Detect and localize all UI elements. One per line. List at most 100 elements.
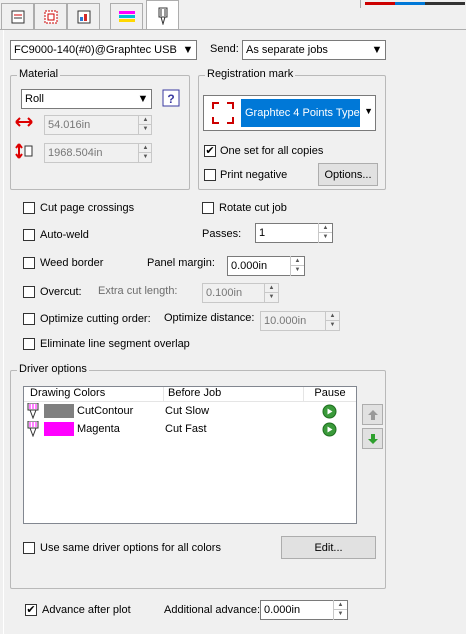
send-select-value: As separate jobs <box>246 44 328 56</box>
tab-general[interactable] <box>1 3 34 29</box>
registration-type-select[interactable]: Graphtec 4 Points Type ▼ <box>203 95 376 131</box>
chevron-down-icon: ▼ <box>182 44 194 56</box>
material-width-value: 54.016in <box>48 119 91 131</box>
chevron-down-icon: ▼ <box>371 44 383 56</box>
image-icon <box>77 10 90 23</box>
additional-advance-spinner[interactable]: ▲ ▼ <box>333 600 347 620</box>
material-width-field: 54.016in <box>44 115 152 135</box>
layout-icon <box>44 10 57 23</box>
extra-cut-length-label: Extra cut length: <box>98 285 178 297</box>
checkmark-icon: ✔ <box>205 145 215 157</box>
passes-value: 1 <box>259 227 266 239</box>
material-length-spinner: ▲ ▼ <box>138 143 152 163</box>
send-select[interactable]: As separate jobs ▼ <box>242 40 386 60</box>
same-options-checkbox[interactable] <box>23 542 35 554</box>
tab-color[interactable] <box>110 3 143 29</box>
rotate-cut-job-checkbox[interactable] <box>202 202 214 214</box>
color-swatch <box>44 404 74 418</box>
print-negative-label: Print negative <box>220 169 288 181</box>
before-job: Cut Fast <box>165 423 207 435</box>
column-header[interactable]: Drawing Colors <box>24 387 164 401</box>
material-group-label: Material <box>17 68 61 80</box>
arrow-up-icon <box>367 409 378 420</box>
optimize-distance-value: 10.000in <box>264 315 307 327</box>
eliminate-overlap-checkbox[interactable] <box>23 338 35 350</box>
column-header[interactable]: Before Job <box>164 387 304 401</box>
advance-after-plot-label: Advance after plot <box>42 604 131 616</box>
additional-advance-value: 0.000in <box>264 604 301 616</box>
table-header: Drawing Colors Before Job Pause <box>24 387 356 402</box>
move-up-button[interactable] <box>362 404 383 425</box>
material-length-value: 1968.504in <box>48 147 103 159</box>
optimize-distance-spinner: ▲ ▼ <box>325 311 339 331</box>
general-icon <box>11 10 24 23</box>
registration-options-button[interactable]: Options... <box>318 163 378 186</box>
registration-group-label: Registration mark <box>205 68 296 80</box>
pause-play-icon[interactable] <box>322 422 337 437</box>
registration-type-value: Graphtec 4 Points Type <box>241 99 360 127</box>
driver-options-group-label: Driver options <box>17 363 89 375</box>
one-set-label: One set for all copies <box>220 145 324 157</box>
color-name: Magenta <box>77 423 120 435</box>
color-swatch <box>44 422 74 436</box>
cutter-tool-icon <box>27 403 39 419</box>
table-row[interactable]: CutContour Cut Slow <box>24 402 356 420</box>
arrow-down-icon <box>367 433 378 444</box>
advance-after-plot-checkbox[interactable]: ✔ <box>25 604 37 616</box>
panel-margin-value: 0.000in <box>231 260 268 272</box>
before-job: Cut Slow <box>165 405 210 417</box>
svg-text:?: ? <box>167 92 174 106</box>
optimize-distance-label: Optimize distance: <box>164 312 255 324</box>
panel-margin-spinner[interactable]: ▲ ▼ <box>290 256 304 276</box>
length-arrows-icon <box>14 143 34 159</box>
cutter-icon <box>158 7 167 25</box>
driver-colors-table: Drawing Colors Before Job Pause CutConto… <box>23 386 357 524</box>
material-select-value: Roll <box>25 93 44 105</box>
same-options-label: Use same driver options for all colors <box>40 542 221 554</box>
overcut-label: Overcut: <box>40 286 82 298</box>
color-name: CutContour <box>77 405 134 417</box>
edit-button[interactable]: Edit... <box>281 536 376 559</box>
checkmark-icon: ✔ <box>26 604 36 616</box>
material-help-icon[interactable]: ? <box>162 89 180 107</box>
registration-mark-icon <box>206 98 240 128</box>
print-negative-checkbox[interactable] <box>204 169 216 181</box>
device-select-value: FC9000-140(#0)@Graphtec USB <box>14 44 177 56</box>
eliminate-overlap-label: Eliminate line segment overlap <box>40 338 190 350</box>
device-select[interactable]: FC9000-140(#0)@Graphtec USB ▼ <box>10 40 197 60</box>
tab-cutter[interactable] <box>146 0 179 30</box>
column-header[interactable]: Pause <box>304 387 356 401</box>
chevron-down-icon: ▼ <box>364 106 373 116</box>
additional-advance-label: Additional advance: <box>164 604 261 616</box>
cut-page-crossings-label: Cut page crossings <box>40 202 135 214</box>
optimize-cutting-order-label: Optimize cutting order: <box>40 313 151 325</box>
tab-image[interactable] <box>67 3 100 29</box>
optimize-cutting-order-checkbox[interactable] <box>23 313 35 325</box>
window-edge <box>360 0 466 8</box>
pause-play-icon[interactable] <box>322 404 337 419</box>
one-set-checkbox[interactable]: ✔ <box>204 145 216 157</box>
weed-border-checkbox[interactable] <box>23 257 35 269</box>
send-label: Send: <box>210 43 239 55</box>
weed-border-label: Weed border <box>40 257 104 269</box>
auto-weld-checkbox[interactable] <box>23 229 35 241</box>
chevron-down-icon: ▼ <box>137 93 149 105</box>
table-row[interactable]: Magenta Cut Fast <box>24 420 356 438</box>
move-down-button[interactable] <box>362 428 383 449</box>
panel-margin-label: Panel margin: <box>147 257 215 269</box>
width-arrows-icon <box>14 115 34 129</box>
cut-page-crossings-checkbox[interactable] <box>23 202 35 214</box>
material-width-spinner: ▲ ▼ <box>138 115 152 135</box>
material-select[interactable]: Roll ▼ <box>21 89 152 109</box>
passes-label: Passes: <box>202 228 242 240</box>
overcut-checkbox[interactable] <box>23 286 35 298</box>
material-length-field: 1968.504in <box>44 143 152 163</box>
auto-weld-label: Auto-weld <box>40 229 89 241</box>
tab-layout[interactable] <box>34 3 67 29</box>
extra-cut-length-spinner: ▲ ▼ <box>264 283 278 303</box>
color-icon <box>118 10 135 22</box>
rotate-cut-job-label: Rotate cut job <box>219 202 287 214</box>
passes-spinner[interactable]: ▲ ▼ <box>318 223 332 243</box>
extra-cut-length-value: 0.100in <box>206 287 243 299</box>
cutter-tool-icon <box>27 421 39 437</box>
